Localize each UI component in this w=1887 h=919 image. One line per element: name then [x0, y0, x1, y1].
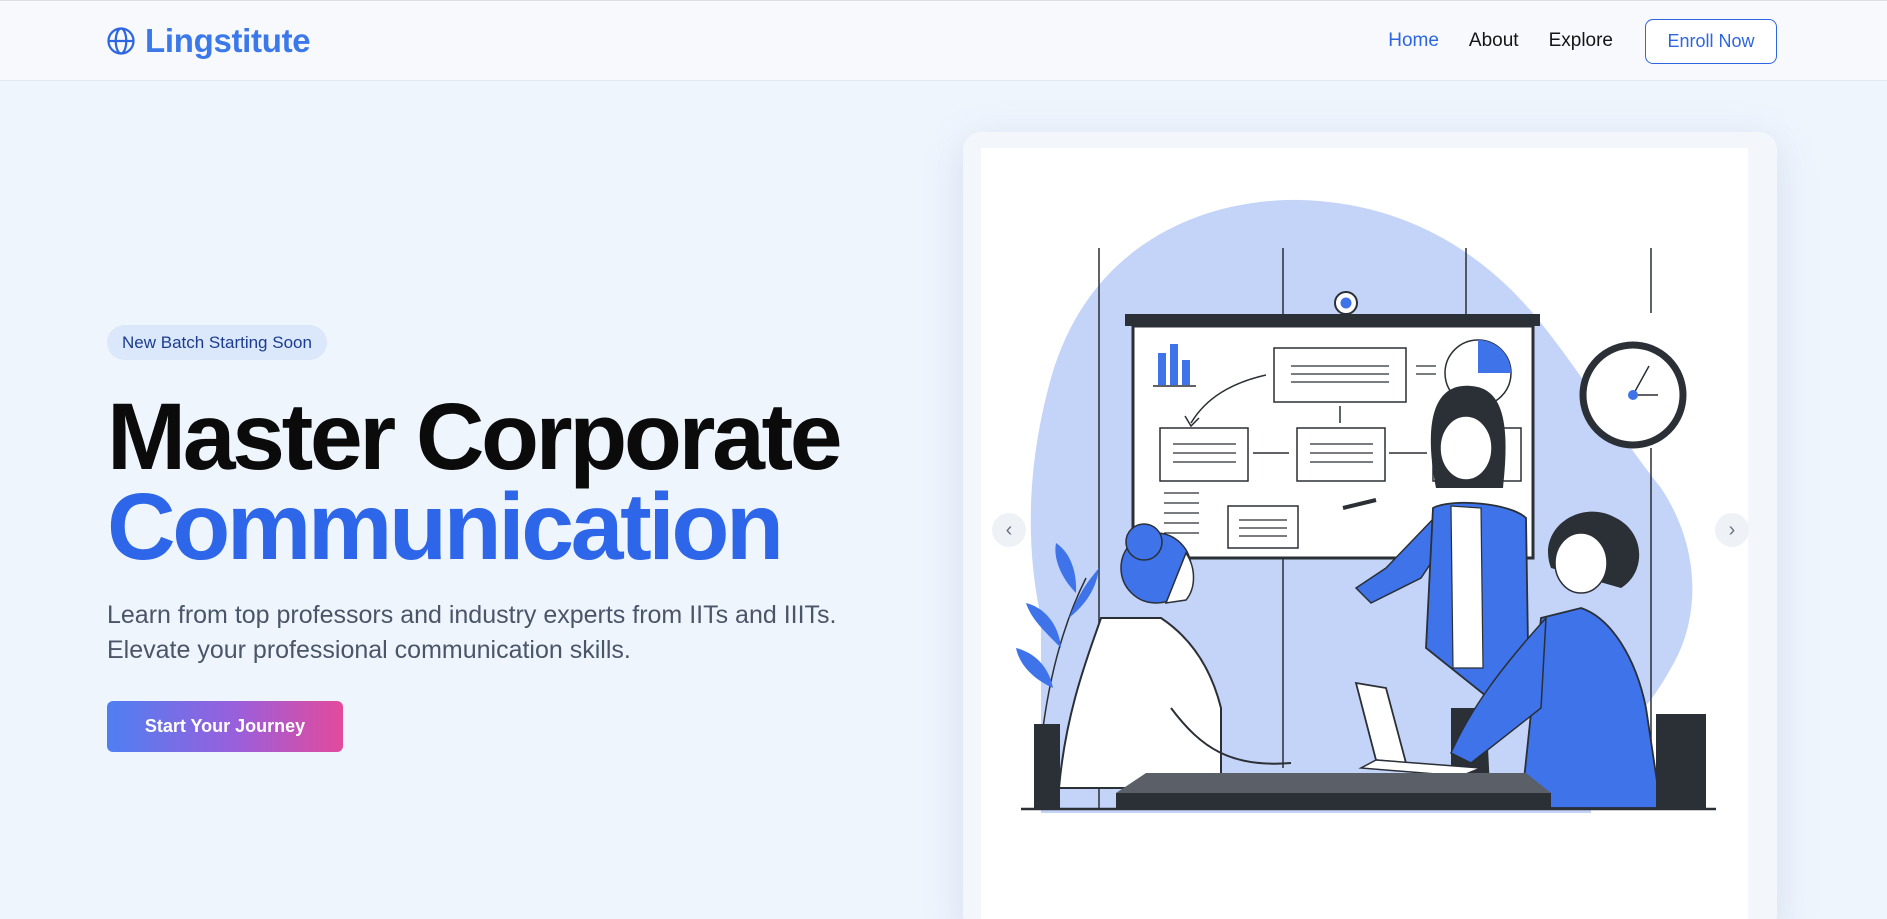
- brand-name: Lingstitute: [145, 22, 311, 59]
- top-navbar: Lingstitute Home About Explore Enroll No…: [0, 0, 1887, 81]
- chevron-right-icon: ›: [1728, 519, 1736, 541]
- new-batch-badge: New Batch Starting Soon: [107, 325, 327, 360]
- carousel-prev-button[interactable]: ‹: [992, 513, 1026, 547]
- nav-link-explore[interactable]: Explore: [1549, 30, 1613, 52]
- hero-description: Learn from top professors and industry e…: [107, 601, 837, 664]
- hero-title-line1: Master Corporate: [107, 384, 843, 490]
- hero-title-line2: Communication: [107, 474, 784, 580]
- start-journey-button[interactable]: Start Your Journey: [107, 701, 343, 752]
- business-presentation-illustration: [1016, 199, 1716, 814]
- hero-section: New Batch Starting Soon Master Corporate…: [107, 325, 867, 752]
- brand-logo-link[interactable]: Lingstitute: [106, 22, 311, 60]
- hero-image-carousel: ‹ ›: [963, 132, 1777, 919]
- carousel-slide: [981, 148, 1748, 919]
- nav-link-home[interactable]: Home: [1388, 30, 1439, 52]
- hero-headline: Master Corporate Communication: [107, 384, 867, 580]
- nav-link-about[interactable]: About: [1469, 30, 1519, 52]
- enroll-now-button[interactable]: Enroll Now: [1645, 18, 1777, 64]
- carousel-next-button[interactable]: ›: [1715, 513, 1749, 547]
- chevron-left-icon: ‹: [1005, 519, 1013, 541]
- nav-links: Home About Explore Enroll Now: [1388, 18, 1887, 64]
- globe-icon: [107, 27, 135, 55]
